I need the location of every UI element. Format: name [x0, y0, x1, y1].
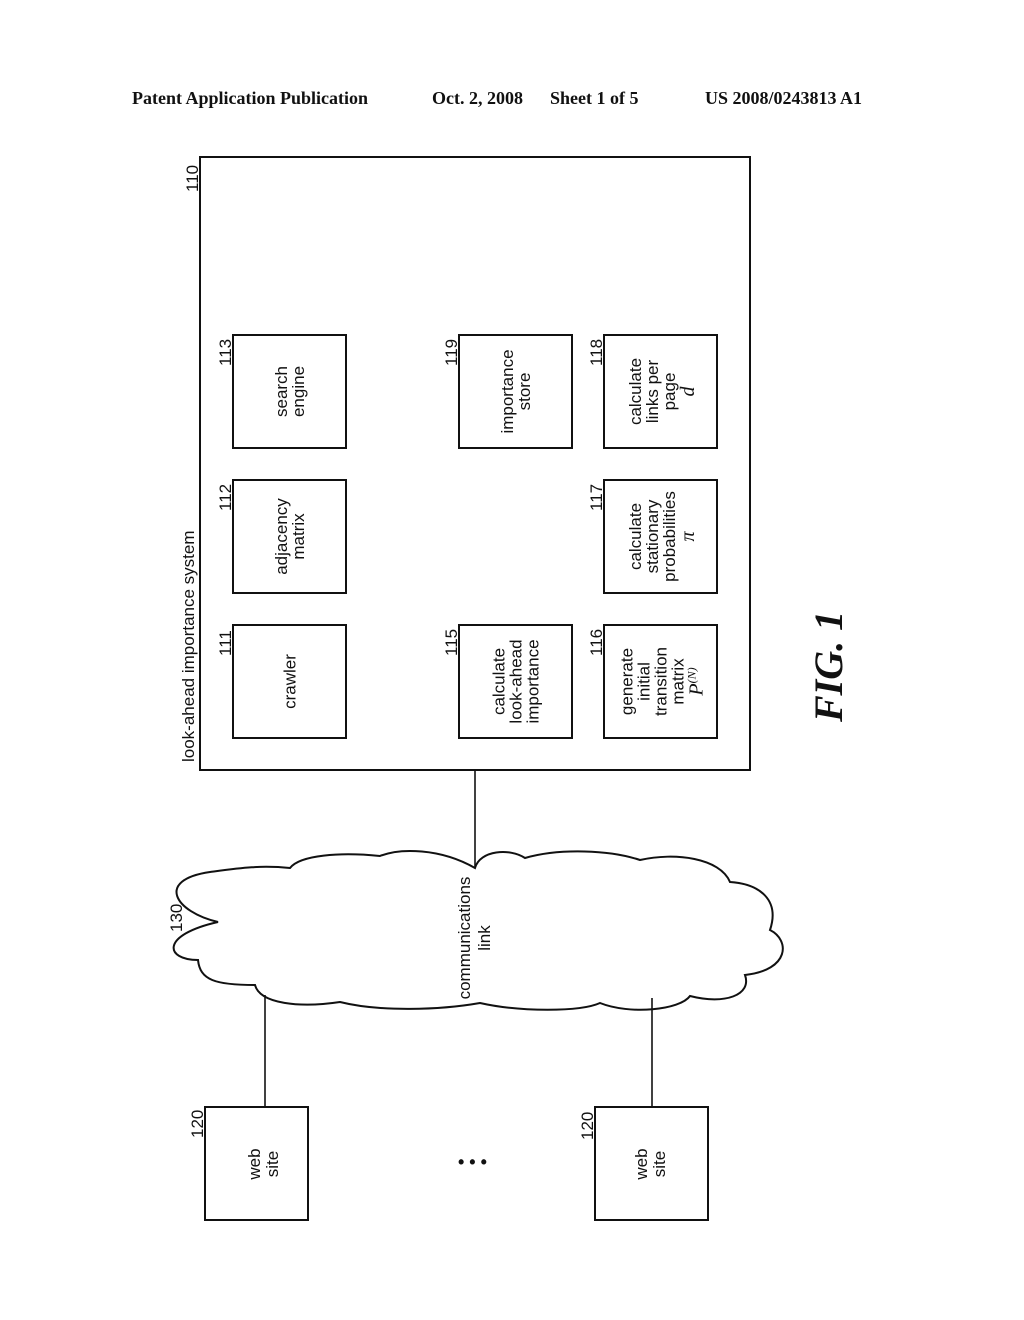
component-112: 112adjacencymatrix	[216, 479, 347, 594]
component-117-symbol: π	[677, 531, 699, 542]
component-117-ref: 117	[587, 484, 606, 511]
component-118: 118calculatelinks perpaged	[587, 334, 718, 449]
component-113: 113searchengine	[216, 334, 347, 449]
component-113-ref: 113	[216, 339, 235, 366]
component-112-label-line-2: matrix	[289, 513, 308, 560]
component-119-ref: 119	[442, 339, 461, 366]
component-116: 116generateinitialtransitionmatrixP(N)	[587, 624, 718, 739]
website-2-ref: 120	[578, 1112, 597, 1140]
component-112-ref: 112	[216, 484, 235, 511]
component-118-symbol: d	[677, 386, 699, 397]
component-115: 115calculatelook-aheadimportance	[442, 624, 573, 739]
system-title: look-ahead importance system	[179, 530, 198, 762]
component-116-ref: 116	[587, 629, 606, 656]
website-1-label-line-2: site	[263, 1151, 282, 1177]
figure-1-diagram: 110 look-ahead importance system 111 craw…	[167, 156, 851, 1221]
component-119-label-line-2: store	[515, 373, 534, 411]
component-111-ref: 111	[216, 630, 235, 656]
component-115-ref: 115	[442, 629, 461, 656]
component-111-label-line-1: crawler	[281, 654, 300, 709]
network-label-line-1: communications	[455, 877, 474, 1000]
website-2-label-line-2: site	[650, 1151, 669, 1177]
component-111: 111 crawler	[216, 624, 347, 739]
network-ref: 130	[167, 904, 186, 932]
network-label-line-2: link	[475, 925, 494, 951]
component-118-ref: 118	[587, 339, 606, 366]
component-116-symbol-superscript: (N)	[685, 667, 699, 683]
component-113-label-line-2: engine	[289, 366, 308, 417]
website-2-label-line-1: web	[632, 1148, 651, 1180]
website-1-ref: 120	[188, 1110, 207, 1138]
component-115-label-line-3: importance	[524, 639, 543, 723]
component-117: 117calculatestationaryprobabilitiesπ	[587, 479, 718, 594]
system-ref: 110	[183, 165, 202, 192]
component-119: 119 importancestore	[442, 334, 573, 449]
ellipsis: • • •	[458, 1152, 487, 1172]
website-1-label-line-1: web	[245, 1148, 264, 1180]
figure-label: FIG. 1	[806, 611, 851, 723]
